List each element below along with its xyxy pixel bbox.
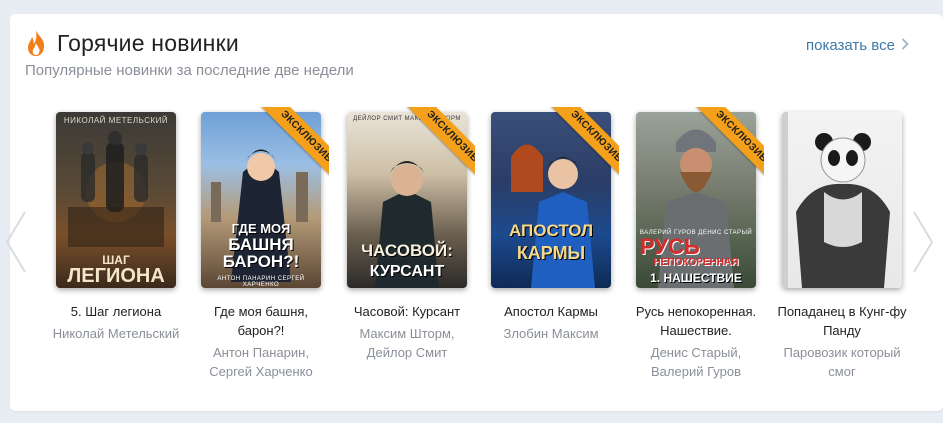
book-author[interactable]: Максим Шторм, Дейлор Смит [337,324,477,362]
exclusive-badge: ЭКСКЛЮЗИВ [690,107,764,181]
cover-title-line: ГДЕ МОЯ [231,221,291,236]
book-card[interactable]: АПОСТОЛ КАРМЫ ЭКСКЛЮЗИВ Апостол Кармы Зл… [481,107,621,343]
cover-title-line: БАРОН?! [222,252,300,271]
chevron-right-icon [901,37,909,54]
show-all-label: показать все [806,37,895,54]
book-cover-link[interactable]: ВАЛЕРИЙ ГУРОВ ДЕНИС СТАРЫЙ РУСЬ НЕПОКОРЕ… [636,107,764,288]
book-card[interactable]: ГДЕ МОЯ БАШНЯ БАРОН?! АНТОН ПАНАРИН СЕРГ… [191,107,331,381]
book-cover: НИКОЛАЙ МЕТЕЛЬСКИЙ ШАГ ЛЕГИОНА [56,112,176,288]
book-author[interactable]: Паровозик который смог [772,343,912,381]
book-cover [782,112,902,288]
book-author[interactable]: Николай Метельский [46,324,186,343]
show-all-link[interactable]: показать все [806,37,909,54]
exclusive-badge: ЭКСКЛЮЗИВ [545,107,619,181]
cover-title-line: КАРМЫ [516,243,586,263]
book-author[interactable]: Антон Панарин, Сергей Харченко [191,343,331,381]
section-header: Горячие новинки [25,26,239,60]
cover-title-line: КУРСАНТ [369,263,445,280]
book-title[interactable]: 5. Шаг легиона [46,302,186,321]
book-title[interactable]: Апостол Кармы [481,302,621,321]
carousel-next-button[interactable] [910,210,936,274]
book-author[interactable]: Злобин Максим [481,324,621,343]
cover-title-line: 1. НАШЕСТВИЕ [650,271,742,285]
fire-icon [25,29,47,57]
book-card[interactable]: НИКОЛАЙ МЕТЕЛЬСКИЙ ШАГ ЛЕГИОНА 5. Шаг ле… [46,112,186,343]
cover-author: НИКОЛАЙ МЕТЕЛЬСКИЙ [63,116,169,125]
section-subtitle: Популярные новинки за последние две неде… [25,62,354,79]
cover-title-line: БАШНЯ [228,235,294,254]
cover-title-line: НЕПОКОРЕННАЯ [653,257,739,268]
book-cover-link[interactable]: ДЕЙЛОР СМИТ МАКСИМ ШТОРМ ЧАСОВОЙ: КУРСАН… [347,107,475,288]
cover-title-line: ЧАСОВОЙ: [361,241,453,260]
section-title: Горячие новинки [57,29,239,56]
book-title[interactable]: Часовой: Курсант [337,302,477,321]
book-title[interactable]: Где моя башня, барон?! [191,302,331,340]
book-cover-link[interactable] [782,112,902,288]
exclusive-badge: ЭКСКЛЮЗИВ [255,107,329,181]
chevron-right-icon [913,211,934,273]
book-cover-link[interactable]: ГДЕ МОЯ БАШНЯ БАРОН?! АНТОН ПАНАРИН СЕРГ… [201,107,329,288]
cover-title-line: АПОСТОЛ [508,221,594,240]
cover-author: АНТОН ПАНАРИН СЕРГЕЙ ХАРЧЕНКО [217,276,305,288]
book-cover-link[interactable]: НИКОЛАЙ МЕТЕЛЬСКИЙ ШАГ ЛЕГИОНА [56,112,176,288]
carousel-prev-button[interactable] [3,210,29,274]
exclusive-badge: ЭКСКЛЮЗИВ [401,107,475,181]
book-title[interactable]: Попаданец в Кунг-фу Панду [772,302,912,340]
book-author[interactable]: Денис Старый, Валерий Гуров [626,343,766,381]
book-card[interactable]: ДЕЙЛОР СМИТ МАКСИМ ШТОРМ ЧАСОВОЙ: КУРСАН… [337,107,477,362]
book-card[interactable]: Попаданец в Кунг-фу Панду Паровозик кото… [772,112,912,381]
book-cover-link[interactable]: АПОСТОЛ КАРМЫ ЭКСКЛЮЗИВ [491,107,619,288]
cover-title-line: РУСЬ [640,234,700,259]
cover-title-line: ЛЕГИОНА [67,265,165,287]
chevron-left-icon [5,211,26,273]
book-card[interactable]: ВАЛЕРИЙ ГУРОВ ДЕНИС СТАРЫЙ РУСЬ НЕПОКОРЕ… [626,107,766,381]
book-title[interactable]: Русь непокоренная. Нашествие. [626,302,766,340]
